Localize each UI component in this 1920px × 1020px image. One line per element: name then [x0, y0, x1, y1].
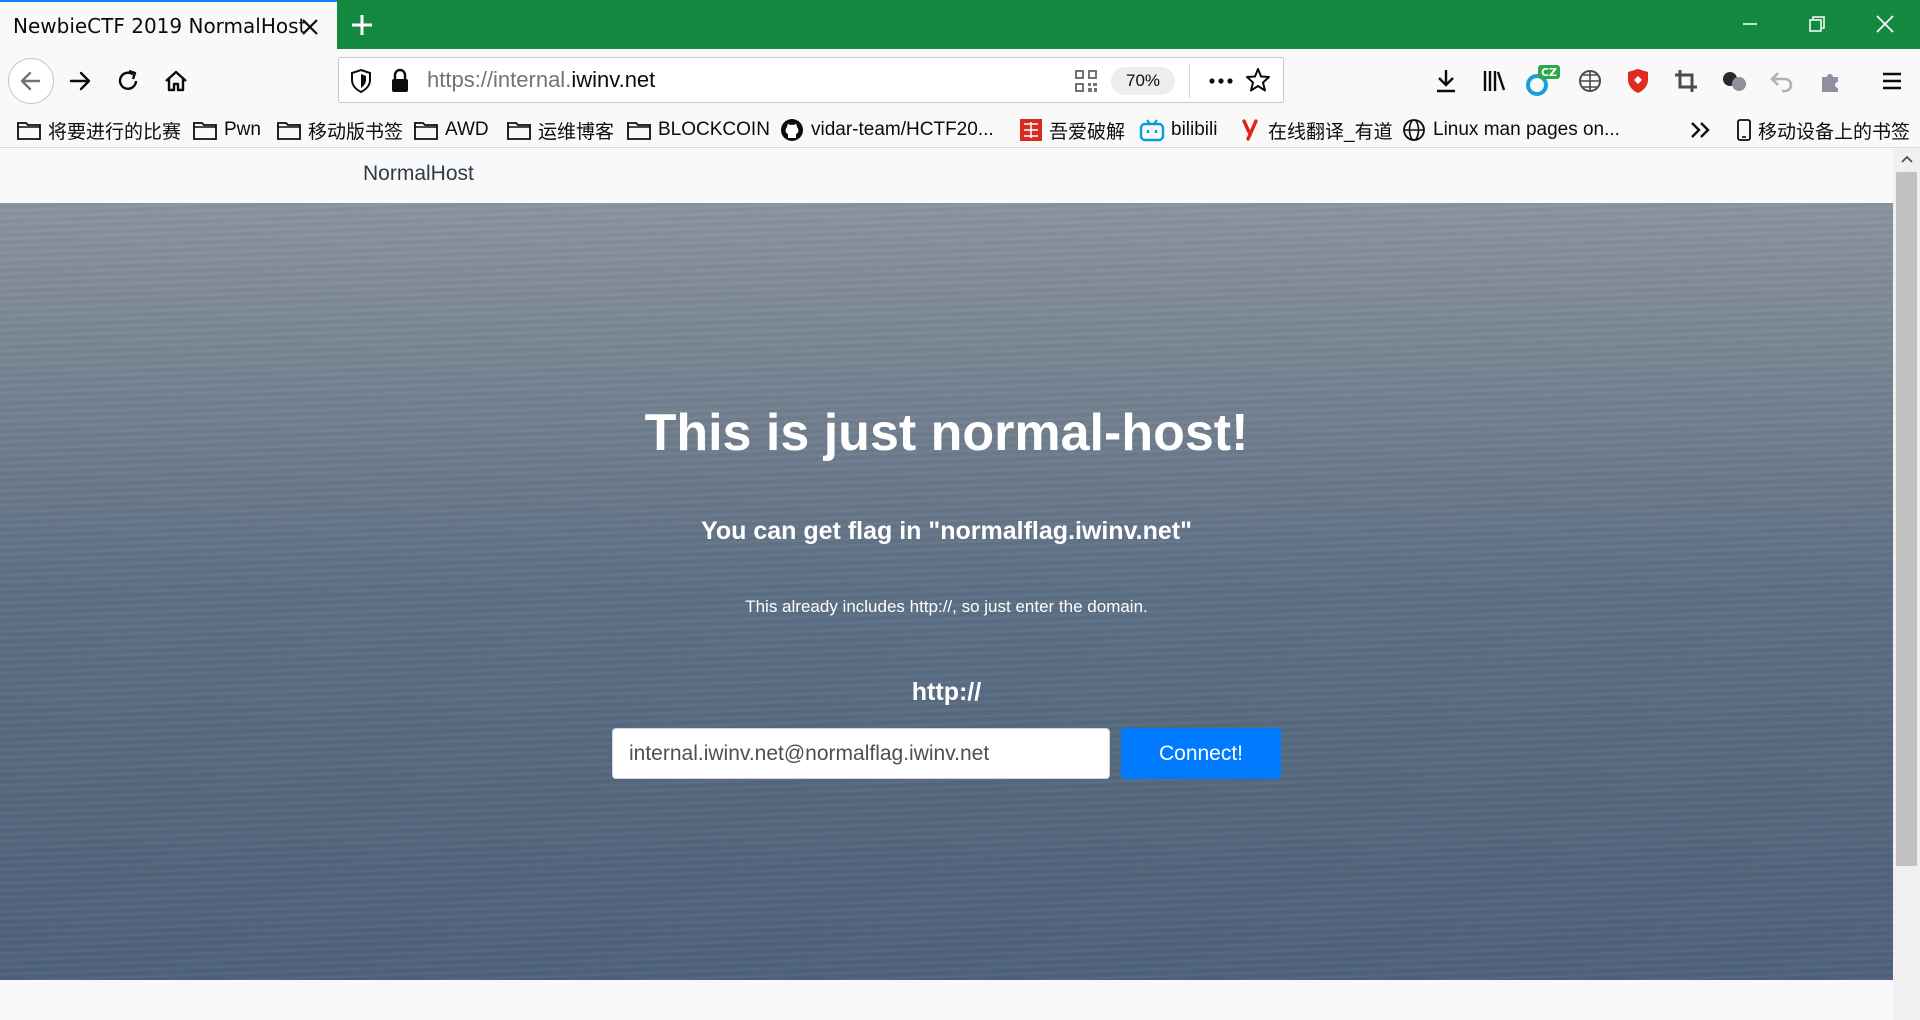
mobile-bookmarks-label: 移动设备上的书签 [1758, 121, 1911, 143]
bookmark-folder[interactable]: Pwn [192, 116, 261, 144]
extension-badge-text: CZ [1541, 66, 1557, 79]
bilibili-icon [1139, 119, 1165, 142]
tab-active[interactable]: NewbieCTF 2019 NormalHost [0, 0, 337, 49]
site-brand-link[interactable]: NormalHost [363, 162, 474, 186]
tab-close-icon[interactable] [297, 14, 323, 40]
bookmark-label: vidar-team/HCTF20... [811, 119, 994, 140]
vertical-scrollbar[interactable] [1893, 148, 1920, 1020]
navigation-toolbar: https://internal.iwinv.net 70% CZ [0, 49, 1920, 112]
folder-icon [277, 122, 301, 140]
ublock-shield-icon[interactable] [1618, 61, 1658, 101]
forward-arrow-icon[interactable] [60, 61, 100, 101]
52pojie-icon [1020, 119, 1042, 141]
globe-extension-icon[interactable] [1570, 61, 1610, 101]
bookmark-label: 将要进行的比赛 [48, 121, 182, 143]
page-title: This is just normal-host! [644, 404, 1249, 462]
back-button[interactable] [7, 57, 55, 105]
url-host: iwinv.net [571, 67, 656, 92]
bookmark-folder[interactable]: BLOCKCOIN [626, 116, 770, 144]
bookmark-label: 运维博客 [538, 121, 615, 143]
bookmark-folder[interactable]: 移动版书签 [276, 116, 403, 144]
library-icon[interactable] [1474, 61, 1514, 101]
bookmark-label: Pwn [224, 119, 261, 140]
minimize-icon[interactable] [1730, 8, 1770, 40]
restore-icon[interactable] [1797, 8, 1837, 40]
bookmark-label: BLOCKCOIN [658, 119, 770, 140]
hamburger-menu-icon[interactable] [1872, 61, 1912, 101]
bookmark-label: bilibili [1171, 119, 1218, 140]
url-bar[interactable]: https://internal.iwinv.net 70% [338, 57, 1284, 103]
folder-icon [507, 122, 531, 140]
tab-strip: NewbieCTF 2019 NormalHost [0, 0, 1920, 49]
download-icon[interactable] [1426, 61, 1466, 101]
back-arrow-icon [8, 58, 54, 104]
hero-section: This is just normal-host! You can get fl… [0, 203, 1893, 980]
scrollbar-thumb[interactable] [1896, 172, 1917, 866]
home-icon[interactable] [156, 61, 196, 101]
bookmark-label: 在线翻译_有道 [1268, 121, 1393, 143]
reload-icon[interactable] [108, 61, 148, 101]
folder-icon [17, 122, 41, 140]
qr-code-icon[interactable] [1073, 68, 1099, 98]
protocol-label: http:// [911, 678, 982, 706]
scroll-up-arrow-icon[interactable] [1893, 148, 1920, 170]
url-text[interactable]: https://internal.iwinv.net [427, 67, 655, 93]
bookmarks-overflow-chevron-icon[interactable] [1688, 116, 1720, 144]
puzzle-extension-icon[interactable] [1810, 61, 1850, 101]
crop-extension-icon[interactable] [1666, 61, 1706, 101]
bookmark-folder[interactable]: 运维博客 [506, 116, 614, 144]
folder-icon [414, 122, 438, 140]
url-prefix: https://internal. [427, 67, 572, 92]
url-bar-separator [1189, 64, 1190, 98]
site-navbar: NormalHost [0, 148, 1893, 203]
page-actions-menu-icon[interactable] [1207, 68, 1235, 98]
folder-icon [193, 122, 217, 140]
bookmark-link[interactable]: 吾爱破解 [1019, 116, 1125, 144]
bookmark-link[interactable]: vidar-team/HCTF20... [779, 116, 994, 144]
connect-button[interactable]: Connect! [1121, 728, 1281, 779]
page-note: This already includes http://, so just e… [745, 597, 1148, 616]
bookmark-label: 吾爱破解 [1049, 121, 1126, 143]
bookmark-link[interactable]: bilibili [1139, 116, 1217, 144]
undo-extension-icon[interactable] [1762, 61, 1802, 101]
bookmark-folder[interactable]: AWD [413, 116, 489, 144]
tab-title: NewbieCTF 2019 NormalHost [13, 14, 307, 38]
bookmark-label: Linux man pages on... [1433, 119, 1620, 140]
domain-input[interactable] [612, 728, 1110, 779]
lock-icon[interactable] [389, 68, 411, 98]
proxy-extension-icon[interactable] [1714, 61, 1754, 101]
github-icon [781, 119, 803, 141]
extension-cz-icon[interactable]: CZ [1522, 61, 1562, 101]
globe-icon [1403, 119, 1425, 141]
bookmark-folder[interactable]: 将要进行的比赛 [16, 116, 181, 144]
mobile-bookmarks[interactable]: 移动设备上的书签 [1736, 116, 1910, 144]
bookmark-label: AWD [445, 119, 489, 140]
page-viewport: NormalHost This is just normal-host! You… [0, 148, 1893, 1020]
zoom-level-badge[interactable]: 70% [1111, 67, 1175, 95]
bookmark-star-icon[interactable] [1244, 66, 1272, 98]
bookmark-link[interactable]: 在线翻译_有道 [1240, 116, 1393, 144]
new-tab-icon[interactable] [346, 9, 378, 41]
folder-icon [627, 122, 651, 140]
bookmark-label: 移动版书签 [308, 121, 404, 143]
mobile-device-icon [1737, 119, 1751, 141]
tracking-protection-shield-icon[interactable] [349, 68, 373, 98]
bookmarks-toolbar: 将要进行的比赛 Pwn 移动版书签 AWD 运维博客 BLOCKCOIN vid… [0, 112, 1920, 148]
youdao-icon [1242, 119, 1258, 141]
page-subtitle: You can get flag in "normalflag.iwinv.ne… [701, 517, 1192, 545]
close-window-icon[interactable] [1865, 8, 1905, 40]
bookmark-link[interactable]: Linux man pages on... [1401, 116, 1620, 144]
